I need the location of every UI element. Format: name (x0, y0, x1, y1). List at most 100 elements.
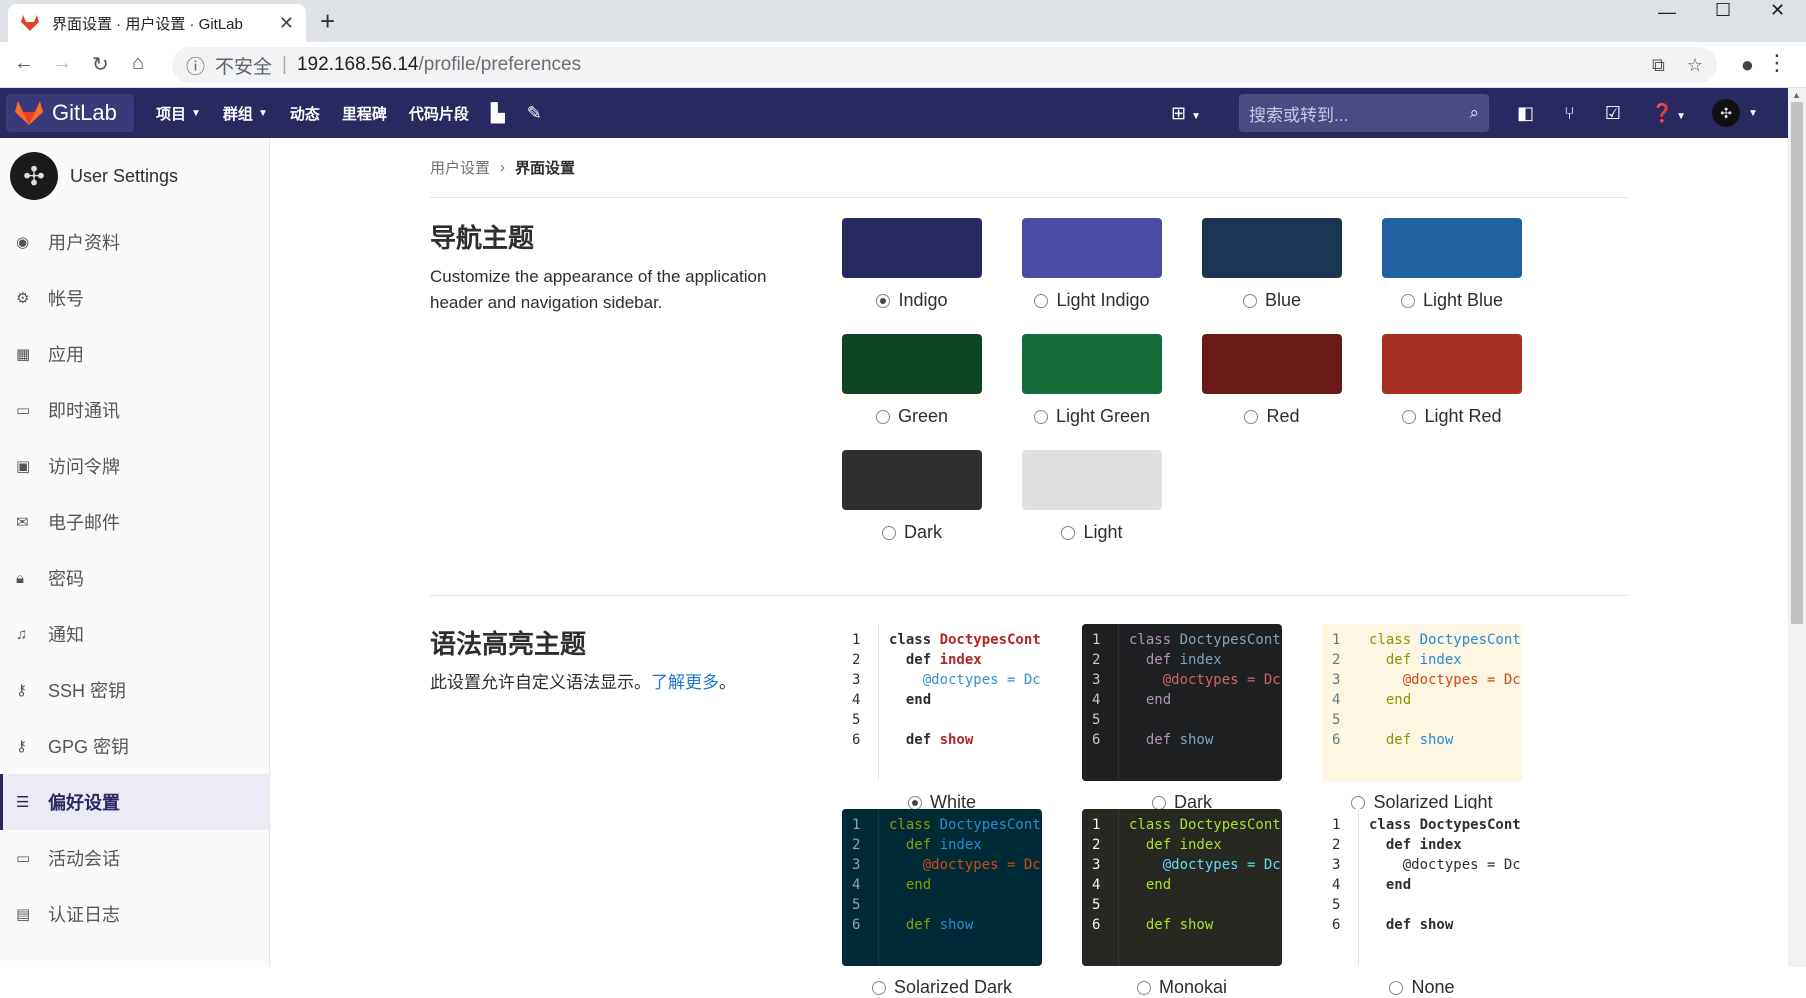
browser-profile-icon[interactable]: ● (1741, 52, 1754, 78)
syntax-preview-monokai[interactable]: 1 2 3 4 5 6 class DoctypesCont def index @doct… (1082, 809, 1282, 966)
nav-theme-swatch-light-green[interactable] (1022, 334, 1162, 394)
admin-wrench-icon[interactable]: ✎ (527, 103, 542, 124)
forward-icon[interactable]: → (52, 52, 72, 75)
merge-requests-icon[interactable]: ⑂ (1564, 103, 1575, 124)
nav-theme-swatch-light-blue[interactable] (1382, 218, 1522, 278)
translate-icon[interactable]: ⧉ (1652, 55, 1665, 76)
nav-theme-swatch-blue[interactable] (1202, 218, 1342, 278)
nav-theme-swatch-light-red[interactable] (1382, 334, 1522, 394)
nav-theme-swatch-dark[interactable] (842, 450, 982, 510)
bookmark-star-icon[interactable]: ☆ (1687, 55, 1703, 76)
radio-button[interactable] (1244, 409, 1259, 424)
home-icon[interactable]: ⌂ (132, 52, 144, 75)
learn-more-link[interactable]: 了解更多 (651, 673, 719, 692)
radio-button[interactable] (1242, 293, 1257, 308)
sidebar-item-gpg-keys[interactable]: ⚷ GPG 密钥 (0, 718, 269, 774)
sidebar-item-access-tokens[interactable]: ▣ 访问令牌 (0, 438, 269, 494)
sidebar-item-account[interactable]: ⚙ 帐号 (0, 270, 269, 326)
radio-button[interactable] (1151, 795, 1166, 810)
sidebar-item-chat[interactable]: ▭ 即时通讯 (0, 382, 269, 438)
sidebar-item-password[interactable]: 🔒︎ 密码 (0, 550, 269, 606)
radio-button[interactable] (1033, 409, 1048, 424)
chart-icon[interactable]: ▙ (491, 103, 505, 124)
todos-icon[interactable]: ☑ (1605, 103, 1621, 124)
browser-menu-icon[interactable]: ⋮ (1766, 50, 1788, 76)
sidebar-header[interactable]: ✣ User Settings (0, 138, 269, 214)
minimize-icon[interactable]: — (1658, 2, 1676, 22)
search-input[interactable]: 搜索或转到... ⌕ (1239, 94, 1490, 132)
window-close-icon[interactable]: ✕ (1770, 0, 1785, 20)
tab-close-icon[interactable]: ✕ (279, 13, 294, 34)
radio-button[interactable] (1136, 980, 1151, 995)
help-icon[interactable]: ❓ ▼ (1651, 103, 1686, 124)
nav-theme-option-blue[interactable]: Blue (1182, 290, 1362, 311)
nav-theme-swatch-light-indigo[interactable] (1022, 218, 1162, 278)
syntax-preview-none[interactable]: 1 2 3 4 5 6 class DoctypesCont def index @doct… (1322, 809, 1522, 966)
radio-button[interactable] (1351, 795, 1366, 810)
back-icon[interactable]: ← (14, 52, 34, 75)
breadcrumb-parent[interactable]: 用户设置 (430, 157, 490, 178)
radio-button[interactable] (1400, 293, 1415, 308)
nav-theme-option-indigo[interactable]: Indigo (822, 290, 1002, 311)
info-icon[interactable]: ⓘ (186, 52, 205, 79)
nav-theme-option-light-red[interactable]: Light Red (1362, 406, 1542, 427)
nav-theme-option-light-indigo[interactable]: Light Indigo (1002, 290, 1182, 311)
code-line: def show (889, 917, 974, 933)
sidebar-item-profile[interactable]: ◉ 用户资料 (0, 214, 269, 270)
sidebar-item-ssh-keys[interactable]: ⚷ SSH 密钥 (0, 662, 269, 718)
user-avatar[interactable]: ✣ (1712, 99, 1741, 127)
new-item-plus-icon[interactable]: ⊞ ▼ (1171, 103, 1201, 124)
reload-icon[interactable]: ↻ (92, 52, 109, 77)
sidebar-item-applications[interactable]: ▦ 应用 (0, 326, 269, 382)
sidebar-item-notifications[interactable]: ♫ 通知 (0, 606, 269, 662)
nav-groups[interactable]: 群组 ▼ (223, 103, 268, 124)
browser-tab[interactable]: 界面设置 · 用户设置 · GitLab ✕ (8, 4, 306, 42)
nav-milestones[interactable]: 里程碑 (342, 103, 387, 124)
radio-button[interactable] (1061, 525, 1076, 540)
chevron-right-icon: › (500, 159, 506, 176)
radio-button[interactable] (876, 293, 891, 308)
page-scrollbar[interactable]: ▲ (1788, 88, 1806, 967)
scrollbar-thumb[interactable] (1791, 102, 1803, 624)
sidebar-item-emails[interactable]: ✉ 电子邮件 (0, 494, 269, 550)
code-token: index (939, 652, 982, 668)
nav-theme-option-green[interactable]: Green (822, 406, 1002, 427)
nav-theme-swatch-green[interactable] (842, 334, 982, 394)
radio-button[interactable] (875, 409, 890, 424)
breadcrumb-current[interactable]: 界面设置 (515, 157, 575, 178)
nav-theme-option-light[interactable]: Light (1002, 522, 1182, 543)
syntax-preview-white[interactable]: 1 2 3 4 5 6 class DoctypesCont def index @doct… (842, 624, 1042, 781)
scroll-up-icon[interactable]: ▲ (1792, 90, 1801, 100)
url-bar[interactable]: ⓘ 不安全 | 192.168.56.14 /profile/preferenc… (172, 47, 1717, 83)
sidebar-item-preferences[interactable]: ☰ 偏好设置 (0, 774, 269, 830)
radio-button[interactable] (871, 980, 886, 995)
syntax-preview-dark[interactable]: 1 2 3 4 5 6 class DoctypesCont def index @doct… (1082, 624, 1282, 781)
sidebar-item-active-sessions[interactable]: ▭ 活动会话 (0, 830, 269, 886)
syntax-preview-solarized-dark[interactable]: 1 2 3 4 5 6 class DoctypesCont def index @doct… (842, 809, 1042, 966)
syntax-theme-option-solarized-dark[interactable]: Solarized Dark (852, 977, 1032, 998)
maximize-icon[interactable]: ☐ (1715, 0, 1731, 20)
nav-activity[interactable]: 动态 (290, 103, 320, 124)
nav-theme-swatch-light[interactable] (1022, 450, 1162, 510)
nav-theme-option-dark[interactable]: Dark (822, 522, 1002, 543)
radio-button[interactable] (1389, 980, 1404, 995)
issues-icon[interactable]: ◧ (1517, 103, 1534, 124)
radio-button[interactable] (907, 795, 922, 810)
new-tab-button[interactable]: + (320, 6, 335, 37)
syntax-preview-solarized-light[interactable]: 1 2 3 4 5 6 class DoctypesCont def index @doct… (1322, 624, 1522, 781)
nav-theme-option-light-green[interactable]: Light Green (1002, 406, 1182, 427)
chevron-down-icon[interactable]: ▼ (1748, 108, 1758, 119)
gitlab-logo[interactable]: GitLab (6, 94, 134, 132)
nav-snippets[interactable]: 代码片段 (409, 103, 469, 124)
syntax-theme-option-monokai[interactable]: Monokai (1092, 977, 1272, 998)
radio-button[interactable] (1402, 409, 1417, 424)
syntax-theme-option-none[interactable]: None (1332, 977, 1512, 998)
nav-theme-swatch-red[interactable] (1202, 334, 1342, 394)
nav-theme-option-red[interactable]: Red (1182, 406, 1362, 427)
sidebar-item-auth-log[interactable]: ▤ 认证日志 (0, 886, 269, 942)
nav-theme-swatch-indigo[interactable] (842, 218, 982, 278)
nav-projects[interactable]: 项目 ▼ (156, 103, 201, 124)
nav-theme-option-light-blue[interactable]: Light Blue (1362, 290, 1542, 311)
radio-button[interactable] (881, 525, 896, 540)
radio-button[interactable] (1034, 293, 1049, 308)
